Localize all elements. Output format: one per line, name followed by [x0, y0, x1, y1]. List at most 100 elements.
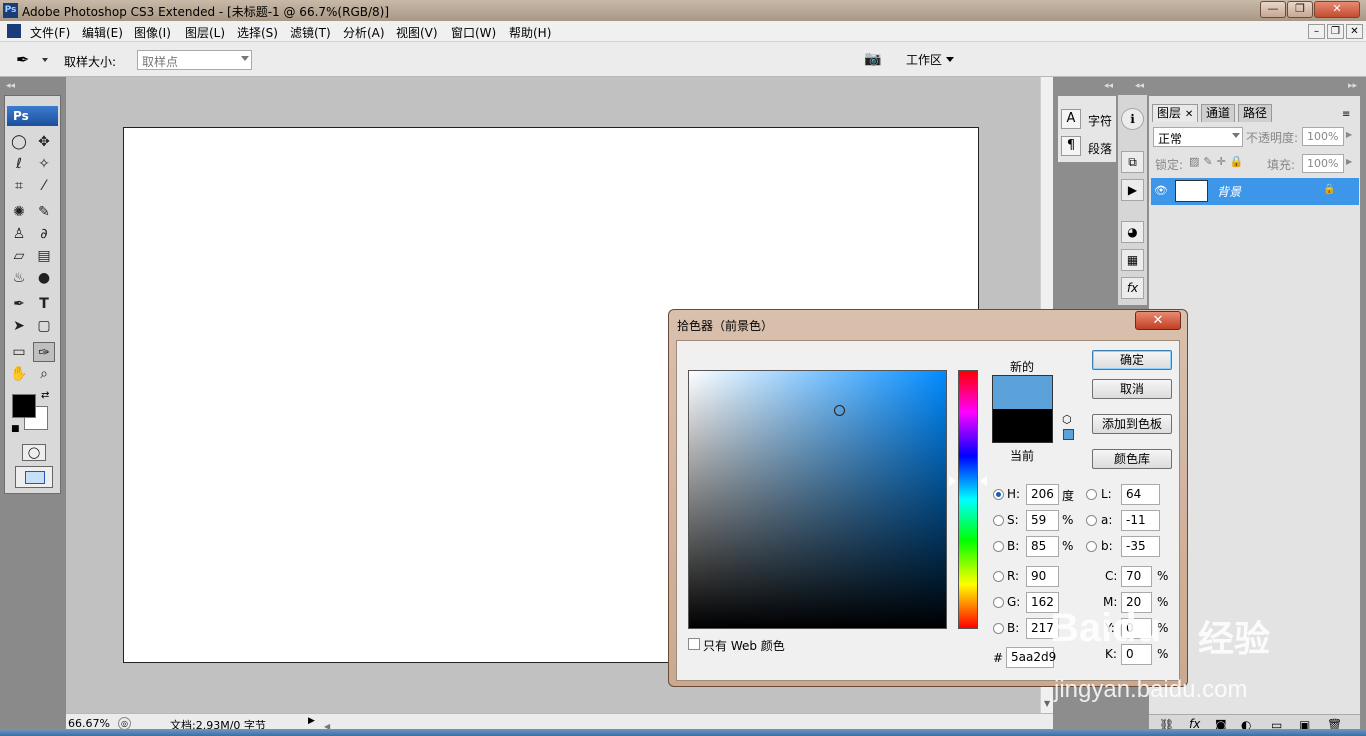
- menu-help[interactable]: 帮助(H): [509, 24, 551, 41]
- hue-radio[interactable]: [993, 489, 1004, 500]
- color-picker-cursor[interactable]: [834, 405, 845, 416]
- doc-minimize-button[interactable]: –: [1308, 24, 1325, 39]
- marquee-tool-icon[interactable]: ◯: [8, 132, 30, 152]
- hand-tool-icon[interactable]: ✋: [8, 364, 30, 384]
- saturation-brightness-field[interactable]: [688, 370, 947, 629]
- fill-arrow-icon[interactable]: ▶: [1346, 157, 1352, 166]
- opacity-arrow-icon[interactable]: ▶: [1346, 130, 1352, 139]
- lasso-tool-icon[interactable]: ℓ: [8, 154, 30, 174]
- clone-stamp-icon[interactable]: ♙: [8, 224, 30, 244]
- path-selection-icon[interactable]: ➤: [8, 316, 30, 336]
- quick-mask-icon[interactable]: ◯: [22, 444, 46, 461]
- cyan-input[interactable]: 70: [1121, 566, 1152, 587]
- brush-tool-icon[interactable]: ✎: [33, 202, 55, 222]
- collapse-dock2-icon[interactable]: ◂◂: [1135, 81, 1144, 91]
- green-radio[interactable]: [993, 597, 1004, 608]
- swatches-icon[interactable]: ▦: [1121, 249, 1144, 271]
- workspace-menu[interactable]: 工作区: [906, 51, 942, 68]
- eyedropper-icon[interactable]: ✑: [33, 342, 55, 362]
- menu-filter[interactable]: 滤镜(T): [290, 24, 331, 41]
- web-colors-checkbox[interactable]: [688, 638, 700, 650]
- lock-icons[interactable]: ▨✎✛🔒: [1189, 155, 1248, 168]
- blend-mode-select[interactable]: 正常: [1153, 127, 1243, 147]
- tab-paths[interactable]: 路径: [1238, 104, 1273, 122]
- doc-close-button[interactable]: ✕: [1346, 24, 1363, 39]
- brightness-input[interactable]: 85: [1026, 536, 1059, 557]
- blur-tool-icon[interactable]: ♨: [8, 268, 30, 288]
- slice-tool-icon[interactable]: ⁄: [33, 176, 55, 196]
- lab-l-input[interactable]: 64: [1121, 484, 1160, 505]
- lab-a-input[interactable]: -11: [1121, 510, 1160, 531]
- paragraph-icon[interactable]: ¶: [1061, 136, 1081, 156]
- paragraph-label[interactable]: 段落: [1088, 140, 1112, 157]
- color-libraries-button[interactable]: 颜色库: [1092, 449, 1172, 469]
- character-icon[interactable]: A: [1061, 109, 1081, 129]
- healing-brush-icon[interactable]: ✺: [8, 202, 30, 222]
- opacity-input[interactable]: 100%: [1302, 127, 1344, 146]
- menu-file[interactable]: 文件(F): [30, 24, 70, 41]
- doc-restore-button[interactable]: ❐: [1327, 24, 1344, 39]
- color-icon[interactable]: ◕: [1121, 221, 1144, 243]
- minimize-button[interactable]: —: [1260, 1, 1286, 18]
- tool-preset-chevron-icon[interactable]: [42, 58, 48, 62]
- brightness-radio[interactable]: [993, 541, 1004, 552]
- actions-icon[interactable]: ▶: [1121, 179, 1144, 201]
- tab-channels[interactable]: 通道: [1201, 104, 1236, 122]
- lab-a-radio[interactable]: [1086, 515, 1097, 526]
- foreground-color-swatch[interactable]: [12, 394, 36, 418]
- eye-icon[interactable]: 👁: [1154, 184, 1168, 197]
- info-icon[interactable]: ℹ: [1121, 108, 1144, 130]
- hue-slider[interactable]: [958, 370, 978, 629]
- cancel-button[interactable]: 取消: [1092, 379, 1172, 399]
- hex-input[interactable]: 5aa2d9: [1006, 647, 1056, 668]
- move-tool-icon[interactable]: ✥: [33, 132, 55, 152]
- gamut-cube-icon[interactable]: ⬡: [1062, 413, 1072, 426]
- lab-b-input[interactable]: -35: [1121, 536, 1160, 557]
- lab-l-radio[interactable]: [1086, 489, 1097, 500]
- type-tool-icon[interactable]: T: [33, 294, 55, 314]
- hue-input[interactable]: 206: [1026, 484, 1059, 505]
- workspace-chevron-icon[interactable]: [946, 57, 954, 62]
- add-to-swatches-button[interactable]: 添加到色板: [1092, 414, 1172, 434]
- zoom-tool-icon[interactable]: ⌕: [33, 364, 55, 384]
- close-tab-icon[interactable]: ✕: [1185, 109, 1193, 120]
- styles-icon[interactable]: fx: [1121, 277, 1144, 299]
- menu-window[interactable]: 窗口(W): [451, 24, 496, 41]
- default-colors-icon[interactable]: ■: [11, 424, 20, 434]
- expand-dock-icon[interactable]: ▸▸: [1348, 81, 1357, 91]
- hue-marker-left-icon[interactable]: [949, 476, 956, 486]
- eraser-tool-icon[interactable]: ▱: [8, 246, 30, 266]
- layer-comps-icon[interactable]: ⧉: [1121, 151, 1144, 173]
- magic-wand-icon[interactable]: ✧: [33, 154, 55, 174]
- web-colors-label[interactable]: 只有 Web 颜色: [703, 637, 785, 654]
- menu-layer[interactable]: 图层(L): [185, 24, 225, 41]
- dialog-close-button[interactable]: ✕: [1135, 311, 1181, 330]
- shape-tool-icon[interactable]: ▢: [33, 316, 55, 336]
- menu-image[interactable]: 图像(I): [134, 24, 171, 41]
- saturation-radio[interactable]: [993, 515, 1004, 526]
- menu-analysis[interactable]: 分析(A): [343, 24, 385, 41]
- close-button[interactable]: ✕: [1314, 1, 1360, 18]
- swap-colors-icon[interactable]: ⇄: [41, 390, 49, 401]
- red-input[interactable]: 90: [1026, 566, 1059, 587]
- red-radio[interactable]: [993, 571, 1004, 582]
- crop-tool-icon[interactable]: ⌗: [8, 176, 30, 196]
- fill-input[interactable]: 100%: [1302, 154, 1344, 173]
- menu-select[interactable]: 选择(S): [237, 24, 278, 41]
- current-color-swatch[interactable]: [992, 409, 1053, 443]
- hue-marker-right-icon[interactable]: [980, 476, 987, 486]
- layer-row-background[interactable]: 👁 背景 🔒: [1151, 178, 1359, 205]
- document-icon[interactable]: [7, 24, 21, 38]
- ok-button[interactable]: 确定: [1092, 350, 1172, 370]
- blue-radio[interactable]: [993, 623, 1004, 634]
- pen-tool-icon[interactable]: ✒: [8, 294, 30, 314]
- collapse-dock-icon[interactable]: ◂◂: [1104, 81, 1113, 91]
- maximize-button[interactable]: ❐: [1287, 1, 1313, 18]
- menu-view[interactable]: 视图(V): [396, 24, 438, 41]
- bridge-icon[interactable]: 📷: [864, 51, 886, 69]
- screen-mode-icon[interactable]: [15, 466, 53, 488]
- lab-b-radio[interactable]: [1086, 541, 1097, 552]
- sample-size-select[interactable]: 取样点: [137, 50, 252, 70]
- gradient-tool-icon[interactable]: ▤: [33, 246, 55, 266]
- collapse-toolbox-icon[interactable]: ◂◂: [6, 81, 15, 91]
